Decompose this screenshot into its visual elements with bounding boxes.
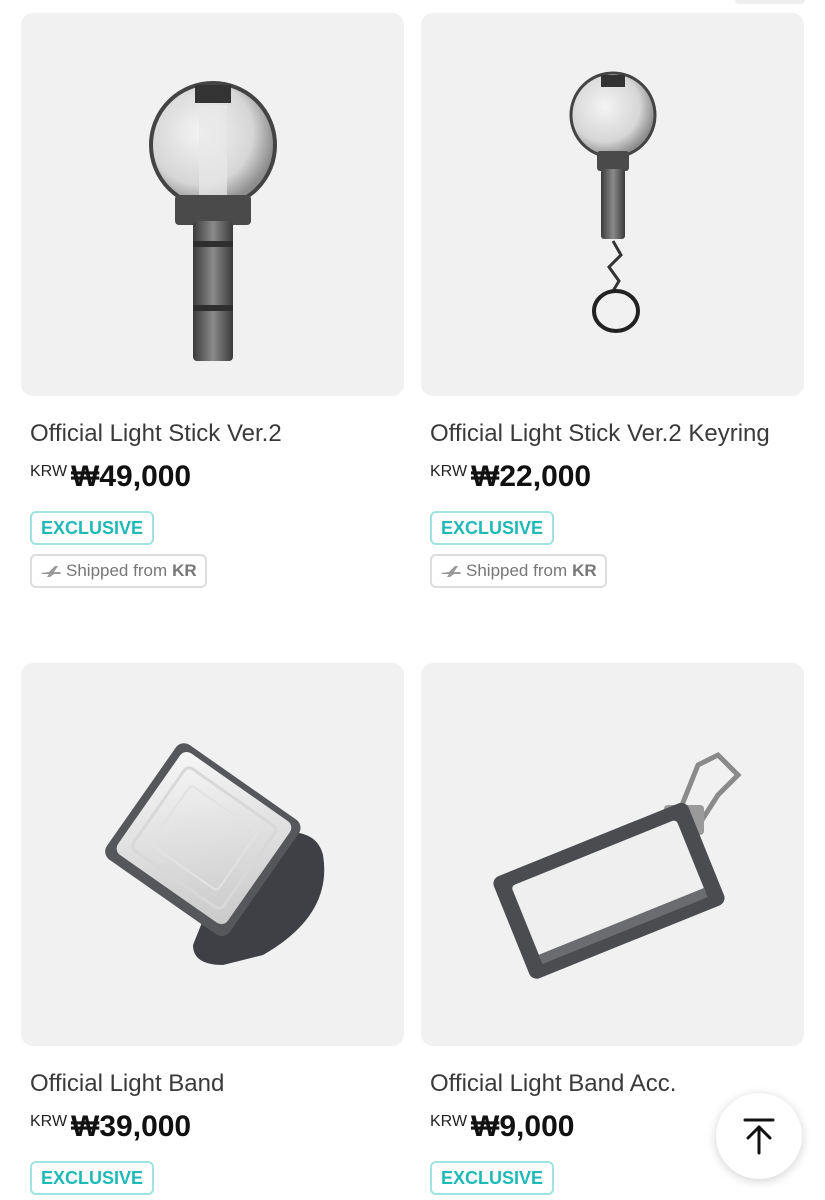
- light-band-icon: [104, 742, 324, 965]
- product-image[interactable]: [421, 663, 804, 1046]
- product-card[interactable]: Official Light Band KRW ₩39,000 EXCLUSIV…: [21, 663, 404, 1200]
- exclusive-badge: EXCLUSIVE: [430, 511, 555, 545]
- product-price: KRW ₩22,000: [430, 461, 804, 493]
- price-amount: ₩39,000: [71, 1110, 192, 1143]
- product-name[interactable]: Official Light Stick Ver.2 Keyring: [430, 416, 790, 451]
- exclusive-badge: EXCLUSIVE: [30, 1161, 155, 1195]
- price-amount: ₩9,000: [471, 1110, 575, 1143]
- arrow-up-to-top-icon: [743, 1118, 775, 1155]
- product-price: KRW ₩49,000: [30, 461, 404, 493]
- top-edge-element: [735, 0, 805, 4]
- product-name[interactable]: Official Light Band: [30, 1066, 390, 1101]
- product-card[interactable]: Official Light Stick Ver.2 KRW ₩49,000 E…: [21, 13, 404, 663]
- product-image[interactable]: [21, 13, 404, 396]
- shipping-country: KR: [172, 561, 197, 580]
- shipping-country: KR: [572, 561, 597, 580]
- product-image[interactable]: [21, 663, 404, 1046]
- airplane-icon: [441, 566, 461, 577]
- shipping-label: Shipped from: [466, 561, 568, 580]
- scroll-to-top-button[interactable]: [716, 1093, 802, 1179]
- shipping-label: Shipped from: [66, 561, 168, 580]
- currency-label: KRW: [430, 463, 468, 480]
- price-amount: ₩49,000: [71, 460, 192, 493]
- currency-label: KRW: [30, 463, 68, 480]
- exclusive-badge: EXCLUSIVE: [30, 511, 155, 545]
- shipping-badge: Shipped from KR: [430, 554, 607, 588]
- product-price: KRW ₩39,000: [30, 1111, 404, 1143]
- product-image[interactable]: [421, 13, 804, 396]
- airplane-icon: [41, 566, 61, 577]
- shipping-badge: Shipped from KR: [30, 554, 207, 588]
- currency-label: KRW: [430, 1113, 468, 1130]
- product-grid: Official Light Stick Ver.2 KRW ₩49,000 E…: [21, 13, 804, 1200]
- light-stick-icon: [148, 80, 277, 361]
- light-band-accessory-icon: [492, 751, 742, 979]
- light-stick-keyring-icon: [569, 71, 656, 333]
- product-card[interactable]: Official Light Stick Ver.2 Keyring KRW ₩…: [421, 13, 804, 663]
- product-name[interactable]: Official Light Stick Ver.2: [30, 416, 390, 451]
- price-amount: ₩22,000: [471, 460, 592, 493]
- exclusive-badge: EXCLUSIVE: [430, 1161, 555, 1195]
- product-name[interactable]: Official Light Band Acc.: [430, 1066, 790, 1101]
- product-list-page: Official Light Stick Ver.2 KRW ₩49,000 E…: [0, 0, 825, 1200]
- currency-label: KRW: [30, 1113, 68, 1130]
